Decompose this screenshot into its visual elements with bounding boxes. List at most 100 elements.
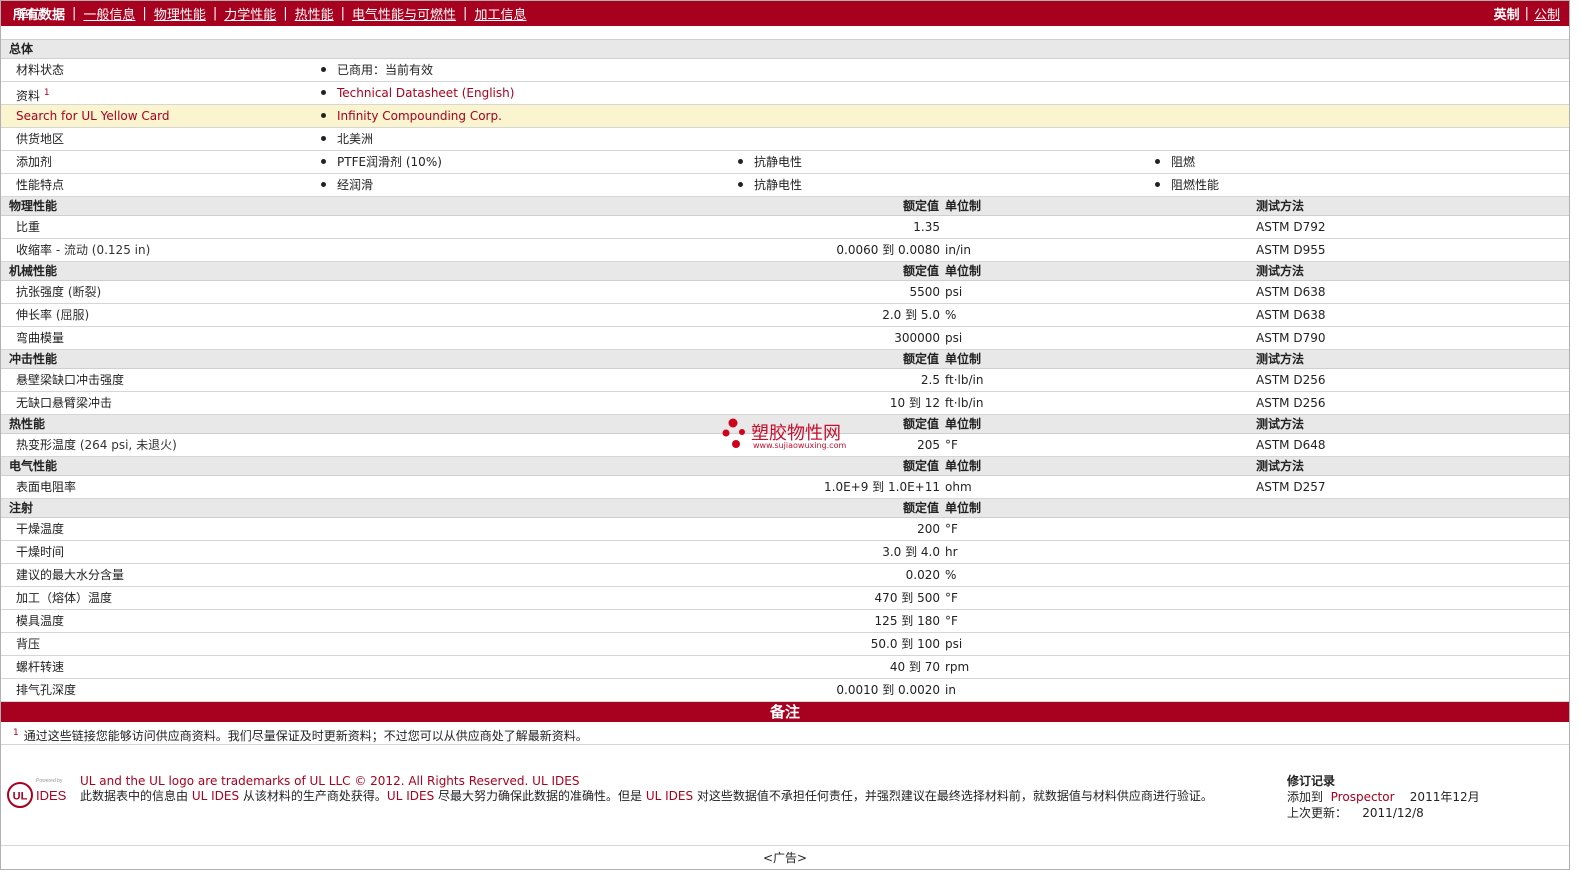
property-value-item: 抗静电性 bbox=[738, 151, 802, 173]
header-value: 额定值 bbox=[902, 459, 939, 473]
property-condition: - 流动 (0.125 in) bbox=[52, 243, 151, 257]
header-value: 额定值 bbox=[902, 501, 939, 515]
property-label: 性能特点 bbox=[16, 174, 64, 196]
property-value: 200 bbox=[917, 522, 940, 536]
property-name: 干燥温度 bbox=[16, 522, 65, 536]
property-label: 伸长率 (屈服) bbox=[16, 304, 89, 326]
revision-updated: 上次更新： 2011/12/8 bbox=[1287, 806, 1424, 820]
watermark-dots-icon bbox=[722, 418, 745, 448]
ides-link[interactable]: UL IDES bbox=[646, 789, 693, 803]
property-condition: (屈服) bbox=[52, 308, 90, 322]
section-title: 热性能 bbox=[9, 417, 46, 431]
revision-title: 修订记录 bbox=[1287, 774, 1336, 788]
footnote-number: 1 bbox=[13, 728, 19, 738]
property-label-text: 材料状态 bbox=[16, 63, 65, 77]
general-row: 材料状态 已商用：当前有效 bbox=[1, 59, 1569, 82]
property-name: 干燥时间 bbox=[16, 545, 65, 559]
property-label: 无缺口悬臂梁冲击 bbox=[16, 392, 112, 414]
tab-general-info[interactable]: 一般信息 bbox=[83, 4, 135, 23]
bullet-icon bbox=[738, 159, 743, 164]
property-name: 热变形温度 bbox=[16, 438, 77, 452]
property-label: 表面电阻率 bbox=[16, 476, 76, 498]
ul-ides-logo[interactable]: UL Powered by IDES bbox=[6, 775, 72, 811]
property-link[interactable]: Technical Datasheet (English) bbox=[337, 86, 514, 100]
test-method: ASTM D256 bbox=[1256, 373, 1326, 387]
property-row: 悬壁梁缺口冲击强度 2.5 ft·lb/in ASTM D256 bbox=[1, 369, 1569, 392]
property-unit: psi bbox=[945, 285, 963, 299]
property-value-item: 阻燃性能 bbox=[1155, 174, 1219, 196]
bullet-icon bbox=[321, 136, 326, 141]
property-value: 40 到 70 bbox=[889, 660, 940, 674]
tab-electrical-flammability[interactable]: 电气性能与可燃性 bbox=[352, 4, 456, 23]
property-row: 模具温度 125 到 180 °F bbox=[1, 610, 1569, 633]
tab-separator: | bbox=[72, 6, 77, 21]
unit-english[interactable]: 英制 bbox=[1494, 4, 1520, 23]
property-label-text[interactable]: Search for UL Yellow Card bbox=[16, 109, 169, 123]
property-value: 125 到 180 bbox=[874, 614, 940, 628]
property-label: 背压 bbox=[16, 633, 40, 655]
tab-processing[interactable]: 加工信息 bbox=[474, 4, 526, 23]
property-row: 弯曲模量 300000 psi ASTM D790 bbox=[1, 327, 1569, 350]
bullet-icon bbox=[1155, 159, 1160, 164]
unit-switcher: 单位 英制 | 公制 bbox=[16, 4, 1560, 23]
property-unit: °F bbox=[945, 522, 958, 536]
property-label: 螺杆转速 bbox=[16, 656, 64, 678]
ides-link[interactable]: UL IDES bbox=[387, 789, 434, 803]
property-unit: rpm bbox=[945, 660, 970, 674]
header-unit: 单位制 bbox=[945, 417, 982, 431]
unit-metric-link[interactable]: 公制 bbox=[1534, 4, 1560, 23]
property-condition: (264 psi, 未退火) bbox=[76, 438, 177, 452]
property-value-item: 已商用：当前有效 bbox=[321, 59, 433, 81]
header-unit: 单位制 bbox=[945, 459, 982, 473]
ides-link[interactable]: UL IDES bbox=[192, 789, 239, 803]
tab-thermal[interactable]: 热性能 bbox=[295, 4, 334, 23]
property-section-header: 注射 额定值 单位制 bbox=[1, 499, 1569, 518]
tab-physical[interactable]: 物理性能 bbox=[154, 4, 206, 23]
property-label: 热变形温度 (264 psi, 未退火) bbox=[16, 434, 177, 456]
prospector-link[interactable]: Prospector bbox=[1331, 790, 1395, 804]
header-test-method: 测试方法 bbox=[1256, 417, 1305, 431]
property-value: 50.0 到 100 bbox=[870, 637, 940, 651]
header-unit: 单位制 bbox=[945, 352, 982, 366]
property-label-text: 供货地区 bbox=[16, 132, 65, 146]
general-section: 总体 材料状态 已商用：当前有效 资料 1 Technical Datasheet (E… bbox=[1, 40, 1569, 197]
header-unit: 单位制 bbox=[945, 199, 982, 213]
property-label: 供货地区 bbox=[16, 128, 64, 150]
property-label: 干燥时间 bbox=[16, 541, 64, 563]
general-section-header: 总体 bbox=[1, 40, 1569, 59]
property-value-item: 北美洲 bbox=[321, 128, 373, 150]
revision-history: 修订记录 添加到 Prospector 2011年12月 上次更新： 2011/… bbox=[1287, 773, 1480, 821]
property-unit: in bbox=[945, 683, 956, 697]
tab-separator: | bbox=[212, 6, 218, 21]
datasheet-page: 所有数据 | 一般信息 | 物理性能 | 力学性能 | 热性能 | 电气性能与可… bbox=[0, 0, 1570, 870]
property-unit: °F bbox=[945, 614, 958, 628]
test-method: ASTM D790 bbox=[1256, 331, 1326, 345]
property-value: 0.0060 到 0.0080 bbox=[836, 243, 940, 257]
footer-trademark: UL and the UL logo are trademarks of UL … bbox=[80, 774, 580, 788]
property-name: 悬壁梁缺口冲击强度 bbox=[16, 373, 125, 387]
property-row: 干燥温度 200 °F bbox=[1, 518, 1569, 541]
header-test-method: 测试方法 bbox=[1256, 352, 1305, 366]
bullet-icon bbox=[321, 159, 326, 164]
property-name: 排气孔深度 bbox=[16, 683, 77, 697]
property-value: 3.0 到 4.0 bbox=[882, 545, 940, 559]
property-name: 伸长率 bbox=[16, 308, 53, 322]
tab-mechanical[interactable]: 力学性能 bbox=[224, 4, 276, 23]
property-unit: % bbox=[945, 308, 957, 322]
property-row: 加工（熔体）温度 470 到 500 °F bbox=[1, 587, 1569, 610]
top-nav-bar: 所有数据 | 一般信息 | 物理性能 | 力学性能 | 热性能 | 电气性能与可… bbox=[1, 1, 1569, 26]
property-link[interactable]: Infinity Compounding Corp. bbox=[337, 109, 502, 123]
property-unit: psi bbox=[945, 637, 963, 651]
property-unit: °F bbox=[945, 591, 958, 605]
footnote-ref: 1 bbox=[43, 88, 50, 98]
section-title: 冲击性能 bbox=[9, 352, 58, 366]
property-label[interactable]: Search for UL Yellow Card bbox=[16, 105, 169, 127]
property-name: 螺杆转速 bbox=[16, 660, 65, 674]
header-test-method: 测试方法 bbox=[1256, 264, 1305, 278]
property-label: 建议的最大水分含量 bbox=[16, 564, 124, 586]
ad-placeholder[interactable]: <广告> bbox=[1, 849, 1569, 866]
property-label-text: 添加剂 bbox=[16, 155, 53, 169]
property-value: 10 到 12 bbox=[889, 396, 940, 410]
test-method: ASTM D792 bbox=[1256, 220, 1326, 234]
property-section-header: 机械性能 额定值 单位制 测试方法 bbox=[1, 262, 1569, 281]
